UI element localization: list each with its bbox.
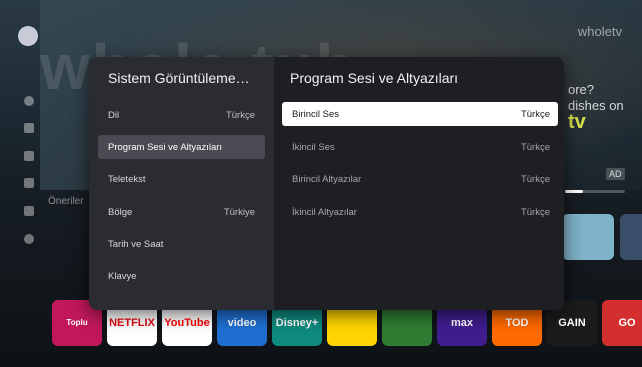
recommendation-cards [562,214,642,264]
menu-item-region[interactable]: Bölge Türkiye [98,200,265,224]
settings-menu-panel: Sistem Görüntüleme… Dil Türkçe Program S… [89,57,274,310]
menu-item-program-audio-subtitles[interactable]: Program Sesi ve Altyazıları [98,135,265,159]
menu-item-teletext[interactable]: Teletekst [98,167,265,191]
home-icon[interactable] [24,123,34,133]
menu-item-language[interactable]: Dil Türkçe [98,103,265,127]
menu-item-keyboard[interactable]: Klavye [98,264,265,288]
search-icon[interactable] [24,96,34,106]
carousel-indicator [565,190,625,193]
live-tv-icon[interactable] [24,151,34,161]
apps-icon[interactable] [24,206,34,216]
menu-item-label: Teletekst [108,174,146,185]
option-label: İkincil Altyazılar [292,207,357,218]
recommendation-card[interactable] [562,214,614,260]
menu-item-label: Tarih ve Saat [108,239,164,250]
gosmart-tile[interactable]: GO [602,300,642,346]
option-label: İkincil Ses [292,142,335,153]
option-primary-audio[interactable]: Birincil Ses Türkçe [282,102,558,126]
option-secondary-subtitles[interactable]: İkincil Altyazılar Türkçe [282,200,558,224]
option-primary-subtitles[interactable]: Birincil Altyazılar Türkçe [282,167,558,191]
settings-dialog: Sistem Görüntüleme… Dil Türkçe Program S… [89,57,564,310]
option-value: Türkçe [520,207,550,218]
settings-menu-title: Sistem Görüntüleme… [108,70,250,86]
promo-brand: tv [568,111,586,133]
side-nav-rail [0,0,44,367]
menu-item-label: Dil [108,110,120,121]
menu-item-label: Program Sesi ve Altyazıları [108,142,223,153]
hero-promo-text: ore? dishes on tv [568,82,638,133]
menu-item-label: Bölge [108,207,133,218]
option-label: Birincil Altyazılar [292,174,362,185]
panel-title: Program Sesi ve Altyazıları [290,70,459,86]
settings-icon[interactable] [24,234,34,244]
menu-item-value: Türkiye [223,207,255,218]
promo-line-1: ore? [568,82,595,97]
audio-subtitles-panel: Program Sesi ve Altyazıları Birincil Ses… [274,57,564,310]
option-label: Birincil Ses [292,109,339,120]
option-secondary-audio[interactable]: İkincil Ses Türkçe [282,135,558,159]
option-value: Türkçe [520,142,550,153]
brand-logo-top-right: wholetv [577,24,622,39]
menu-item-label: Klavye [108,271,137,282]
menu-item-value: Türkçe [225,110,255,121]
recommendations-label: Öneriler [48,196,84,207]
menu-item-date-time[interactable]: Tarih ve Saat [98,232,265,256]
option-value: Türkçe [520,174,550,185]
recommendation-card[interactable] [620,214,642,260]
option-value: Türkçe [520,109,550,120]
media-icon[interactable] [24,178,34,188]
ad-badge: AD [606,168,625,180]
profile-avatar[interactable] [18,26,38,46]
